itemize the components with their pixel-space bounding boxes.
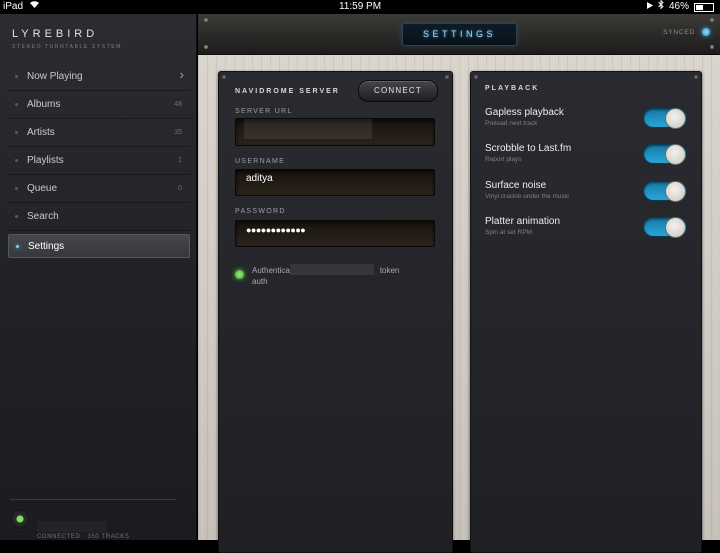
setting-platter-animation: Platter animation Spin at set RPM: [485, 216, 690, 244]
toggle-knob: [665, 217, 686, 238]
battery-icon: [694, 2, 714, 12]
header-bar: SETTINGS SYNCED: [198, 14, 720, 55]
setting-label: Platter animation: [485, 216, 561, 227]
setting-description: Report plays: [485, 156, 522, 163]
auth-status: Authentica token auth: [252, 264, 432, 287]
auth-token-text: token: [379, 266, 400, 275]
bullet-icon: [15, 159, 18, 162]
sidebar-item-playlists[interactable]: Playlists 1: [8, 147, 190, 175]
bullet-icon: [15, 75, 18, 78]
sidebar-item-now-playing[interactable]: Now Playing ›: [8, 63, 190, 91]
screw-icon: [222, 75, 226, 79]
server-url-label: SERVER URL: [235, 108, 293, 115]
setting-surface-noise: Surface noise Vinyl crackle under the mu…: [485, 180, 690, 208]
screw-icon: [204, 18, 208, 22]
username-field[interactable]: aditya: [235, 169, 435, 196]
connection-led-icon: [10, 509, 30, 529]
brand: LYREBIRD STEREO TURNTABLE SYSTEM: [12, 28, 122, 50]
auth-status-led-icon: [235, 270, 244, 279]
page-title: SETTINGS: [402, 23, 517, 46]
sidebar-item-label: Now Playing: [27, 71, 83, 82]
battery-percent: 46%: [668, 1, 689, 12]
play-icon: [646, 0, 653, 14]
password-label: PASSWORD: [235, 208, 286, 215]
server-url-field[interactable]: [235, 118, 435, 146]
sidebar-item-label: Albums: [27, 99, 61, 110]
sidebar: LYREBIRD STEREO TURNTABLE SYSTEM Now Pla…: [0, 14, 197, 540]
screw-icon: [445, 75, 449, 79]
sync-led-icon: [702, 28, 710, 36]
platter-animation-toggle[interactable]: [643, 217, 687, 238]
connection-status: CONNECTED · 350 TRACKS: [37, 534, 130, 540]
sidebar-item-queue[interactable]: Queue 0: [8, 175, 190, 203]
sidebar-nav: Now Playing › Albums 48 Artists 35 Playl…: [8, 63, 190, 258]
screw-icon: [474, 75, 478, 79]
sidebar-item-count: 1: [178, 157, 182, 164]
bullet-icon: [15, 131, 18, 134]
sidebar-item-count: 48: [174, 101, 182, 108]
bullet-icon: [15, 215, 18, 218]
section-title: NAVIDROME SERVER: [235, 88, 340, 95]
redacted-region: [244, 119, 372, 139]
sidebar-item-count: 0: [178, 185, 182, 192]
chevron-right-icon: ›: [179, 67, 184, 82]
screw-icon: [710, 45, 714, 49]
screw-icon: [204, 45, 208, 49]
setting-description: Spin at set RPM: [485, 229, 532, 236]
status-bar: iPad 11:59 PM 46%: [0, 0, 720, 14]
toggle-knob: [665, 181, 686, 202]
setting-description: Vinyl crackle under the music: [485, 193, 570, 200]
playback-panel: PLAYBACK Gapless playback Preload next t…: [470, 71, 702, 553]
bullet-icon: [15, 187, 18, 190]
bluetooth-icon: [658, 0, 664, 14]
sync-status: SYNCED: [663, 29, 695, 36]
sidebar-item-label: Settings: [28, 240, 65, 252]
status-time: 11:59 PM: [338, 1, 382, 12]
setting-description: Preload next track: [485, 120, 538, 127]
screw-icon: [710, 18, 714, 22]
sidebar-item-label: Playlists: [27, 155, 64, 166]
username-label: USERNAME: [235, 158, 286, 165]
redacted-region: [37, 521, 107, 532]
sidebar-item-albums[interactable]: Albums 48: [8, 91, 190, 119]
password-field[interactable]: ●●●●●●●●●●●●: [235, 220, 435, 247]
auth-text-part: Authentica: [252, 266, 290, 275]
setting-label: Gapless playback: [485, 107, 564, 118]
screw-icon: [694, 75, 698, 79]
toggle-knob: [665, 144, 686, 165]
sidebar-item-label: Artists: [27, 127, 55, 138]
setting-scrobble: Scrobble to Last.fm Report plays: [485, 143, 690, 171]
sidebar-item-label: Queue: [27, 183, 58, 194]
section-title: PLAYBACK: [485, 85, 540, 92]
sidebar-item-search[interactable]: Search: [8, 203, 190, 231]
connect-button[interactable]: CONNECT: [358, 80, 438, 102]
sidebar-item-label: Search: [27, 211, 59, 222]
divider: [10, 499, 176, 500]
sidebar-item-settings[interactable]: Settings: [8, 234, 190, 258]
server-panel: NAVIDROME SERVER CONNECT SERVER URL USER…: [218, 71, 453, 553]
redacted-region: [289, 264, 374, 275]
setting-label: Surface noise: [485, 180, 547, 191]
bullet-icon: [15, 103, 18, 106]
surface-noise-toggle[interactable]: [643, 181, 687, 202]
app-subtitle: STEREO TURNTABLE SYSTEM: [12, 44, 122, 50]
auth-text-part: auth: [252, 277, 268, 286]
active-indicator-icon: [16, 244, 19, 248]
toggle-knob: [665, 108, 686, 129]
setting-label: Scrobble to Last.fm: [485, 143, 572, 154]
content-area: NAVIDROME SERVER CONNECT SERVER URL USER…: [198, 55, 720, 553]
sidebar-item-count: 35: [174, 129, 182, 136]
scrobble-toggle[interactable]: [643, 144, 687, 165]
app-title: LYREBIRD: [12, 28, 99, 40]
sidebar-item-artists[interactable]: Artists 35: [8, 119, 190, 147]
gapless-toggle[interactable]: [643, 108, 687, 129]
setting-gapless-playback: Gapless playback Preload next track: [485, 107, 690, 135]
